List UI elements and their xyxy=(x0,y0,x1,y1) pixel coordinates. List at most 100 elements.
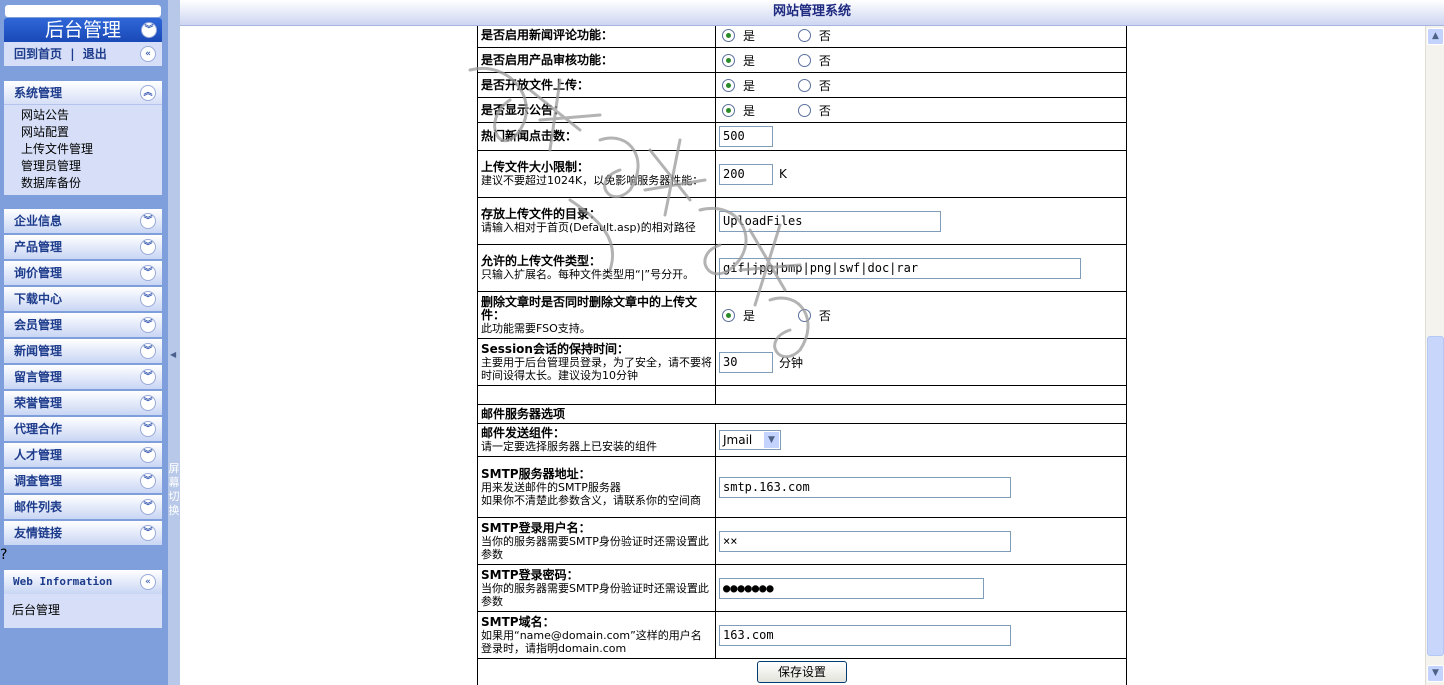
category-news[interactable]: 新闻管理 ︾ xyxy=(4,339,162,363)
chevron-down-icon[interactable]: ︾ xyxy=(140,473,156,489)
system-menu-header[interactable]: 系统管理 ︽ xyxy=(4,81,162,105)
table-row: 是否开放文件上传： 是 否 xyxy=(477,72,1127,98)
table-row: SMTP登录用户名： 当你的服务器需要SMTP身份验证时还需设置此参数 ×× xyxy=(477,517,1127,565)
smtp-password-input[interactable]: ●●●●●●● xyxy=(719,577,984,599)
chevron-up-icon[interactable]: ︽ xyxy=(140,85,156,101)
menu-item-admins[interactable]: 管理员管理 xyxy=(4,158,162,175)
home-link[interactable]: 回到首页 xyxy=(14,47,62,61)
row-note: 如果你不清楚此参数含义，请联系你的空间商 xyxy=(481,493,701,507)
category-members[interactable]: 会员管理 ︾ xyxy=(4,313,162,337)
logout-link[interactable]: 退出 xyxy=(83,47,107,61)
chevron-down-icon[interactable]: ︾ xyxy=(140,343,156,359)
table-row: 删除文章时是否同时删除文章中的上传文件： 此功能需要FSO支持。 是 否 xyxy=(477,291,1127,339)
radio-no[interactable] xyxy=(797,53,811,67)
chevron-left-icon[interactable]: « xyxy=(140,46,156,62)
row-value-cell: Jmail ▼ xyxy=(715,423,1127,457)
row-label-cell: SMTP登录密码： 当你的服务器需要SMTP身份验证时还需设置此参数 xyxy=(477,564,716,612)
smtp-user-input[interactable]: ×× xyxy=(719,530,1011,552)
row-label-cell: 存放上传文件的目录： 请输入相对于首页(Default.asp)的相对路径 xyxy=(477,197,716,245)
web-info-label: Web Information xyxy=(13,575,113,588)
screen-toggle-bar[interactable]: ◀ 屏幕切换 xyxy=(168,0,180,685)
row-label: 上传文件大小限制： xyxy=(481,160,590,174)
category-survey[interactable]: 调查管理 ︾ xyxy=(4,469,162,493)
chevron-left-icon[interactable]: « xyxy=(140,574,156,590)
row-value-cell: 是 否 xyxy=(715,72,1127,98)
radio-yes[interactable] xyxy=(722,28,735,42)
chevron-down-icon[interactable]: ︾ xyxy=(140,317,156,333)
radio-no[interactable] xyxy=(797,78,811,92)
category-label: 下载中心 xyxy=(14,292,63,306)
hot-news-input[interactable]: 500 xyxy=(719,126,773,147)
row-note: 当你的服务器需要SMTP身份验证时还需设置此参数 xyxy=(481,534,709,561)
question-mark: ? xyxy=(0,547,8,563)
chevron-down-icon[interactable]: ︾ xyxy=(140,447,156,463)
selected-value: Jmail xyxy=(723,433,753,447)
row-label-cell: 删除文章时是否同时删除文章中的上传文件： 此功能需要FSO支持。 xyxy=(477,291,716,339)
row-label: SMTP登录密码： xyxy=(481,567,579,582)
row-value-cell: 是 否 xyxy=(715,26,1127,48)
scroll-down-icon[interactable]: ▼ xyxy=(1427,665,1444,682)
row-label-cell: 是否开放文件上传： xyxy=(477,72,716,98)
smtp-domain-input[interactable]: 163.com xyxy=(719,624,1011,646)
category-label: 友情链接 xyxy=(14,526,63,540)
table-row: 是否启用新闻评论功能： 是 否 xyxy=(477,26,1127,48)
category-inquiries[interactable]: 询价管理 ︾ xyxy=(4,261,162,285)
upload-dir-input[interactable]: UploadFiles xyxy=(719,210,941,232)
chevron-down-icon[interactable]: ︾ xyxy=(140,291,156,307)
row-note: 如果用“name@domain.com”这样的用户名登录时，请指明domain.… xyxy=(481,628,702,655)
mail-component-select[interactable]: Jmail ▼ xyxy=(719,430,781,450)
category-company-info[interactable]: 企业信息 ︾ xyxy=(4,209,162,233)
upload-types-input[interactable]: gif|jpg|bmp|png|swf|doc|rar xyxy=(719,257,1081,279)
radio-yes[interactable] xyxy=(722,308,735,322)
row-label: 是否启用新闻评论功能： xyxy=(481,27,614,42)
session-time-input[interactable]: 30 xyxy=(719,351,773,373)
table-row: SMTP服务器地址： 用来发送邮件的SMTP服务器 如果你不清楚此参数含义，请联系你… xyxy=(477,456,1127,518)
radio-yes[interactable] xyxy=(722,53,735,67)
radio-label: 否 xyxy=(818,308,831,323)
category-talent[interactable]: 人才管理 ︾ xyxy=(4,443,162,467)
category-mail-list[interactable]: 邮件列表 ︾ xyxy=(4,495,162,519)
chevron-down-icon[interactable]: ︾ xyxy=(140,369,156,385)
category-agency[interactable]: 代理合作 ︾ xyxy=(4,417,162,441)
category-links[interactable]: 友情链接 ︾ xyxy=(4,521,162,545)
upload-size-input[interactable]: 200 xyxy=(719,163,773,185)
web-info-header[interactable]: Web Information « xyxy=(4,570,162,594)
chevron-down-icon[interactable]: ︾ xyxy=(141,22,157,38)
category-messages[interactable]: 留言管理 ︾ xyxy=(4,365,162,389)
dropdown-arrow-icon[interactable]: ▼ xyxy=(764,432,779,448)
row-value-cell: 200 K xyxy=(715,150,1127,198)
menu-item-announcement[interactable]: 网站公告 xyxy=(4,107,162,124)
chevron-down-icon[interactable]: ︾ xyxy=(140,525,156,541)
row-label: 是否开放文件上传： xyxy=(481,77,590,92)
radio-no[interactable] xyxy=(797,103,811,117)
radio-yes[interactable] xyxy=(722,78,735,92)
menu-item-site-config[interactable]: 网站配置 xyxy=(4,124,162,141)
scrollbar-thumb[interactable] xyxy=(1427,336,1444,656)
category-downloads[interactable]: 下载中心 ︾ xyxy=(4,287,162,311)
category-label: 新闻管理 xyxy=(14,344,63,358)
row-value-cell: smtp.163.com xyxy=(715,456,1127,518)
chevron-down-icon[interactable]: ︾ xyxy=(140,265,156,281)
smtp-server-input[interactable]: smtp.163.com xyxy=(719,476,1011,498)
chevron-down-icon[interactable]: ︾ xyxy=(140,395,156,411)
section-header-cell: 邮件服务器选项 xyxy=(477,404,1127,424)
radio-label: 否 xyxy=(818,103,831,118)
collapse-arrow-icon[interactable]: ◀ xyxy=(170,350,176,359)
scroll-up-icon[interactable]: ▲ xyxy=(1427,28,1444,45)
radio-no[interactable] xyxy=(797,28,811,42)
chevron-down-icon[interactable]: ︾ xyxy=(140,499,156,515)
category-honors[interactable]: 荣誉管理 ︾ xyxy=(4,391,162,415)
chevron-down-icon[interactable]: ︾ xyxy=(140,421,156,437)
radio-yes[interactable] xyxy=(722,103,735,117)
row-label: 热门新闻点击数： xyxy=(481,129,578,143)
chevron-down-icon[interactable]: ︾ xyxy=(140,213,156,229)
radio-no[interactable] xyxy=(797,308,811,322)
save-button[interactable]: 保存设置 xyxy=(756,661,847,683)
row-label: 允许的上传文件类型： xyxy=(481,254,602,268)
category-products[interactable]: 产品管理 ︾ xyxy=(4,235,162,259)
vertical-scrollbar[interactable]: ▲ ▼ xyxy=(1425,26,1444,685)
category-label: 产品管理 xyxy=(14,240,63,254)
chevron-down-icon[interactable]: ︾ xyxy=(140,239,156,255)
menu-item-db-backup[interactable]: 数据库备份 xyxy=(4,175,162,192)
menu-item-upload-files[interactable]: 上传文件管理 xyxy=(4,141,162,158)
